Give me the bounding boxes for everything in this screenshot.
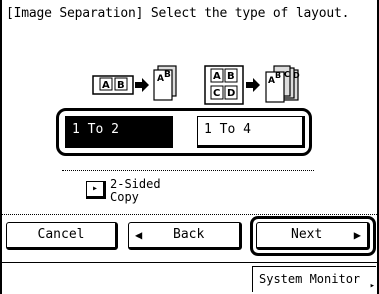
- footer-divider: [2, 214, 377, 215]
- back-arrow-icon: ◀: [135, 228, 143, 242]
- svg-text:B: B: [227, 71, 235, 82]
- svg-text:D: D: [227, 88, 235, 99]
- svg-text:B: B: [117, 80, 125, 91]
- next-button[interactable]: Next ▶: [256, 222, 370, 250]
- layout-option-group: 1 To 2 1 To 4: [56, 108, 312, 156]
- svg-text:A: A: [213, 71, 221, 82]
- two-sided-copy-label: 2-Sided Copy: [110, 177, 161, 204]
- system-monitor-button[interactable]: System Monitor ▸: [252, 266, 376, 292]
- back-button-label: Back: [173, 227, 205, 242]
- source-page-icon: A B: [92, 75, 134, 95]
- arrow-right-icon: [246, 78, 260, 92]
- corner-arrow-icon: ▸: [369, 281, 375, 291]
- illustration-1-to-2: A B A B: [92, 64, 182, 104]
- arrow-right-icon: [135, 78, 149, 92]
- screen-left-border: [0, 0, 2, 294]
- page-title: [Image Separation] Select the type of la…: [6, 6, 350, 21]
- two-sided-copy-toggle[interactable]: ▸: [86, 181, 106, 199]
- result-pages-icon: A B: [153, 65, 177, 101]
- svg-text:A: A: [157, 74, 164, 84]
- svg-text:B: B: [275, 71, 281, 80]
- system-monitor-label: System Monitor: [259, 272, 361, 286]
- back-button[interactable]: ◀ Back: [128, 222, 242, 250]
- svg-text:A: A: [268, 76, 275, 86]
- svg-text:A: A: [102, 80, 110, 91]
- svg-text:D: D: [293, 71, 300, 80]
- divider: [62, 170, 314, 171]
- option-1-to-2-button[interactable]: 1 To 2: [65, 116, 173, 148]
- illustration-1-to-4: A B C D A B C D: [204, 64, 304, 105]
- source-page-4-icon: A B C D: [204, 65, 244, 105]
- svg-text:B: B: [164, 70, 171, 80]
- option-1-to-4-button[interactable]: 1 To 4: [197, 116, 305, 148]
- next-arrow-icon: ▶: [353, 228, 361, 242]
- screen: [Image Separation] Select the type of la…: [0, 0, 379, 294]
- svg-text:C: C: [213, 88, 220, 99]
- svg-text:C: C: [284, 70, 290, 79]
- cancel-button[interactable]: Cancel: [6, 222, 118, 250]
- next-button-label: Next: [291, 227, 323, 242]
- result-pages-4-icon: A B C D: [265, 65, 300, 103]
